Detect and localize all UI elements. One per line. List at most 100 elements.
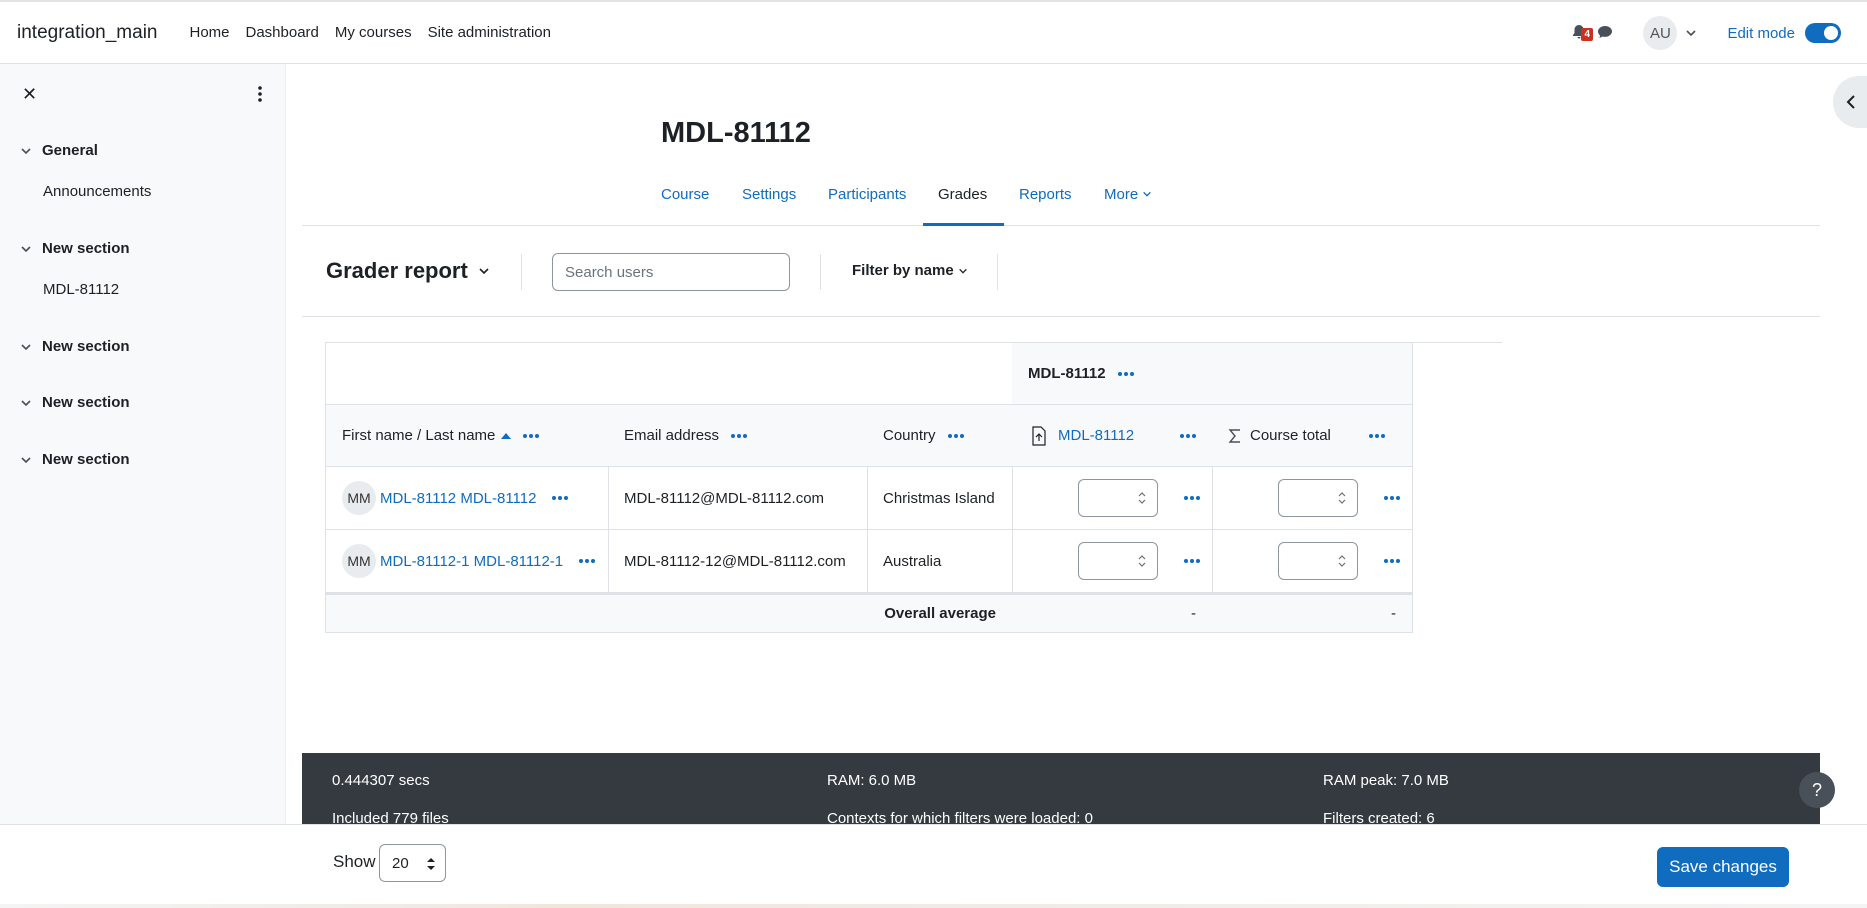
chevron-down-icon[interactable] (1685, 27, 1697, 39)
chat-icon (1598, 26, 1613, 38)
tertiary-navigation: Grader report Filter by name (302, 226, 1820, 317)
grade-input[interactable] (1078, 542, 1158, 580)
drawer-section-general[interactable]: General (20, 142, 98, 159)
sigma-icon (1228, 428, 1240, 443)
table-row-user-1-total (1212, 467, 1413, 530)
messages-button[interactable] (1597, 24, 1615, 42)
drawer-section-new-1[interactable]: New section (20, 240, 130, 257)
grade-item-link[interactable]: MDL-81112 (1058, 427, 1134, 444)
course-index-drawer: ✕ General Announcements New section MDL-… (0, 64, 286, 824)
drawer-section-title: New section (42, 451, 130, 468)
grade-item-actions-icon[interactable] (1180, 433, 1197, 438)
total-input[interactable] (1278, 479, 1358, 517)
name-column-actions-icon[interactable] (523, 433, 540, 438)
drawer-section-title: New section (42, 394, 130, 411)
column-header-course-total: Course total (1212, 405, 1413, 467)
chevron-down-icon (958, 268, 967, 274)
save-changes-button[interactable]: Save changes (1657, 847, 1789, 887)
edit-mode-label: Edit mode (1727, 24, 1795, 42)
table-row-user-1-email: MDL-81112@MDL-81112.com (608, 467, 868, 530)
nav-home[interactable]: Home (189, 24, 229, 41)
kebab-icon[interactable] (255, 84, 265, 104)
drawer-item-mdl-81112[interactable]: MDL-81112 (43, 281, 119, 298)
show-label: Show (333, 852, 376, 871)
per-page-select[interactable]: 20 (379, 844, 446, 882)
help-icon[interactable]: ? (1799, 772, 1835, 808)
avatar: MM (342, 481, 376, 515)
tab-reports[interactable]: Reports (1019, 186, 1072, 203)
spinner-icon[interactable] (1337, 489, 1347, 507)
user-name-link[interactable]: MDL-81112-1 MDL-81112-1 (380, 553, 563, 570)
nav-dashboard[interactable]: Dashboard (246, 24, 319, 41)
tab-grades[interactable]: Grades (938, 186, 987, 203)
filter-by-name-button[interactable]: Filter by name (852, 262, 968, 279)
overall-average-total: - (1212, 593, 1413, 633)
drawer-section-new-4[interactable]: New section (20, 451, 130, 468)
column-header-country: Country (867, 405, 1013, 467)
table-row-user-2-email: MDL-81112-12@MDL-81112.com (608, 530, 868, 593)
category-header-label: MDL-81112 (1028, 365, 1106, 382)
column-header-email: Email address (608, 405, 868, 467)
grade-cell-actions-icon[interactable] (1184, 559, 1200, 563)
overall-average-grade: - (1012, 593, 1213, 633)
block-drawer-toggle[interactable] (1833, 76, 1867, 128)
user-actions-icon[interactable] (552, 496, 569, 500)
report-selector[interactable]: Grader report (326, 258, 490, 284)
perf-ram-peak: RAM peak: 7.0 MB (1323, 772, 1449, 789)
total-cell-actions-icon[interactable] (1384, 559, 1400, 563)
email-column-actions-icon[interactable] (731, 433, 748, 438)
nav-my-courses[interactable]: My courses (335, 24, 412, 41)
user-navigation: 4 AU Edit mode (1571, 2, 1841, 64)
column-header-grade-item: MDL-81112 (1012, 405, 1213, 467)
chevron-down-icon (1143, 191, 1152, 197)
divider (820, 254, 821, 290)
drawer-item-announcements[interactable]: Announcements (43, 183, 151, 200)
chevron-down-icon (21, 399, 31, 406)
chevron-down-icon (21, 456, 31, 463)
site-brand[interactable]: integration_main (17, 22, 157, 44)
country-column-label[interactable]: Country (883, 427, 936, 444)
spinner-icon[interactable] (1137, 489, 1147, 507)
user-actions-icon[interactable] (579, 559, 596, 563)
table-row-user-2-country: Australia (867, 530, 1013, 593)
course-total-actions-icon[interactable] (1368, 433, 1385, 438)
total-cell-actions-icon[interactable] (1384, 496, 1400, 500)
search-users-input[interactable] (552, 253, 790, 291)
tab-more[interactable]: More (1104, 186, 1152, 203)
perf-ram: RAM: 6.0 MB (827, 772, 917, 789)
notifications-button[interactable]: 4 (1571, 24, 1594, 42)
spinner-icon[interactable] (1137, 552, 1147, 570)
tab-course[interactable]: Course (661, 186, 709, 203)
tab-participants[interactable]: Participants (828, 186, 906, 203)
grade-cell-actions-icon[interactable] (1184, 496, 1200, 500)
nav-site-administration[interactable]: Site administration (428, 24, 551, 41)
average-total-value: - (1391, 605, 1396, 622)
perf-time: 0.444307 secs (332, 772, 430, 789)
category-header: MDL-81112 (1012, 342, 1413, 405)
edit-mode-toggle[interactable] (1805, 23, 1841, 43)
table-row-user-2-grade (1012, 530, 1213, 593)
per-page-value: 20 (392, 854, 409, 872)
spinner-icon[interactable] (1337, 552, 1347, 570)
user-avatar[interactable]: AU (1643, 16, 1678, 50)
close-icon[interactable]: ✕ (22, 84, 37, 105)
email-column-label[interactable]: Email address (624, 427, 719, 444)
grade-input[interactable] (1078, 479, 1158, 517)
drawer-section-new-3[interactable]: New section (20, 394, 130, 411)
drawer-section-title: General (42, 142, 98, 159)
table-row-user-1-grade (1012, 467, 1213, 530)
drawer-section-new-2[interactable]: New section (20, 338, 130, 355)
user-name-link[interactable]: MDL-81112 MDL-81112 (380, 490, 536, 507)
average-grade-value: - (1191, 605, 1196, 622)
category-actions-icon[interactable] (1117, 371, 1134, 376)
table-row-user-1-name: MM MDL-81112 MDL-81112 (325, 467, 609, 530)
overall-average-label: Overall average (884, 605, 996, 622)
sort-name-link[interactable]: First name / Last name (342, 427, 495, 444)
total-input[interactable] (1278, 542, 1358, 580)
course-secondary-nav: Course Settings Participants Grades Repo… (302, 176, 1820, 226)
user-country: Australia (883, 552, 942, 570)
table-row-user-1-country: Christmas Island (867, 467, 1013, 530)
chevron-left-icon (1846, 95, 1855, 109)
tab-settings[interactable]: Settings (742, 186, 796, 203)
country-column-actions-icon[interactable] (947, 433, 964, 438)
